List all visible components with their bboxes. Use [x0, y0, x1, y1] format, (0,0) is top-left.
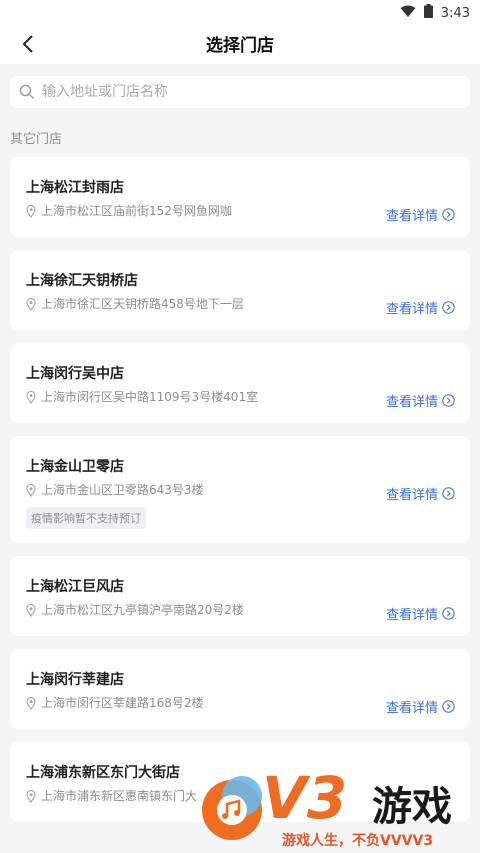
store-card[interactable]: 上海金山卫零店 上海市金山区卫零路643号3楼 疫情影响暂不支持预订 查看详情	[10, 436, 470, 543]
view-details-link[interactable]: 查看详情	[386, 391, 455, 410]
search-icon	[18, 83, 36, 101]
search-bar[interactable]	[10, 76, 470, 108]
location-pin-icon	[26, 297, 38, 311]
store-address-text: 上海市松江区九亭镇沪亭南路20号2楼	[41, 603, 244, 617]
location-pin-icon	[26, 789, 38, 803]
view-details-link[interactable]: 查看详情	[386, 697, 455, 716]
view-details-label: 查看详情	[385, 395, 438, 410]
search-input[interactable]	[42, 84, 442, 100]
store-address-text: 上海市徐汇区天钥桥路458号地下一层	[41, 297, 244, 311]
store-card[interactable]: 上海闵行吴中店 上海市闵行区吴中路1109号3号楼401室 查看详情	[10, 343, 470, 423]
view-details-label: 查看详情	[385, 608, 438, 623]
chevron-right-circle-icon	[442, 301, 455, 314]
store-name: 上海徐汇天钥桥店	[26, 273, 138, 289]
view-details-link[interactable]: 查看详情	[386, 205, 455, 224]
location-pin-icon	[26, 603, 38, 617]
watermark-brand: V3	[262, 764, 348, 832]
store-name: 上海金山卫零店	[26, 459, 124, 475]
store-card[interactable]: 上海徐汇天钥桥店 上海市徐汇区天钥桥路458号地下一层 查看详情	[10, 250, 470, 330]
store-address-text: 上海市闵行区莘建路168号2楼	[41, 696, 204, 710]
view-details-label: 查看详情	[385, 701, 438, 716]
status-bar: 3:43	[0, 0, 480, 24]
store-card[interactable]: 上海松江封雨店 上海市松江区庙前街152号网鱼网咖 查看详情	[10, 157, 470, 237]
chevron-right-circle-icon	[442, 394, 455, 407]
watermark: V3 游戏 游戏人生，不负VVVV3	[192, 764, 480, 853]
view-details-label: 查看详情	[385, 488, 438, 503]
store-card[interactable]: 上海闵行莘建店 上海市闵行区莘建路168号2楼 查看详情	[10, 649, 470, 729]
location-pin-icon	[26, 483, 38, 497]
header: 选择门店	[0, 24, 480, 64]
chevron-right-circle-icon	[442, 700, 455, 713]
chevron-right-circle-icon	[442, 607, 455, 620]
store-address-text: 上海市闵行区吴中路1109号3号楼401室	[41, 390, 259, 404]
view-details-link[interactable]: 查看详情	[386, 604, 455, 623]
view-details-label: 查看详情	[385, 209, 438, 224]
status-time: 3:43	[440, 5, 470, 21]
music-note-logo-icon	[202, 776, 262, 840]
store-name: 上海松江封雨店	[26, 180, 124, 196]
page-title: 选择门店	[206, 36, 274, 56]
store-card[interactable]: 上海松江巨风店 上海市松江区九亭镇沪亭南路20号2楼 查看详情	[10, 556, 470, 636]
view-details-link[interactable]: 查看详情	[386, 484, 455, 503]
location-pin-icon	[26, 390, 38, 404]
store-name: 上海松江巨风店	[26, 579, 124, 595]
view-details-link[interactable]: 查看详情	[386, 298, 455, 317]
view-details-label: 查看详情	[385, 302, 438, 317]
status-badge: 疫情影响暂不支持预订	[26, 507, 146, 529]
store-address-text: 上海市浦东新区惠南镇东门大	[41, 789, 198, 803]
store-list: 上海松江封雨店 上海市松江区庙前街152号网鱼网咖 查看详情 上海徐汇天钥桥店 …	[10, 157, 470, 835]
location-pin-icon	[26, 696, 38, 710]
store-address-text: 上海市松江区庙前街152号网鱼网咖	[41, 204, 232, 218]
battery-icon	[423, 4, 433, 22]
store-name: 上海闵行莘建店	[26, 672, 124, 688]
watermark-slogan: 游戏人生，不负VVVV3	[282, 833, 434, 849]
wifi-icon	[400, 5, 416, 22]
location-pin-icon	[26, 204, 38, 218]
chevron-right-circle-icon	[442, 487, 455, 500]
chevron-right-circle-icon	[442, 208, 455, 221]
store-name: 上海闵行吴中店	[26, 366, 124, 382]
watermark-brand-text: 游戏	[372, 784, 452, 830]
section-label: 其它门店	[10, 132, 63, 147]
store-address-text: 上海市金山区卫零路643号3楼	[41, 483, 204, 497]
